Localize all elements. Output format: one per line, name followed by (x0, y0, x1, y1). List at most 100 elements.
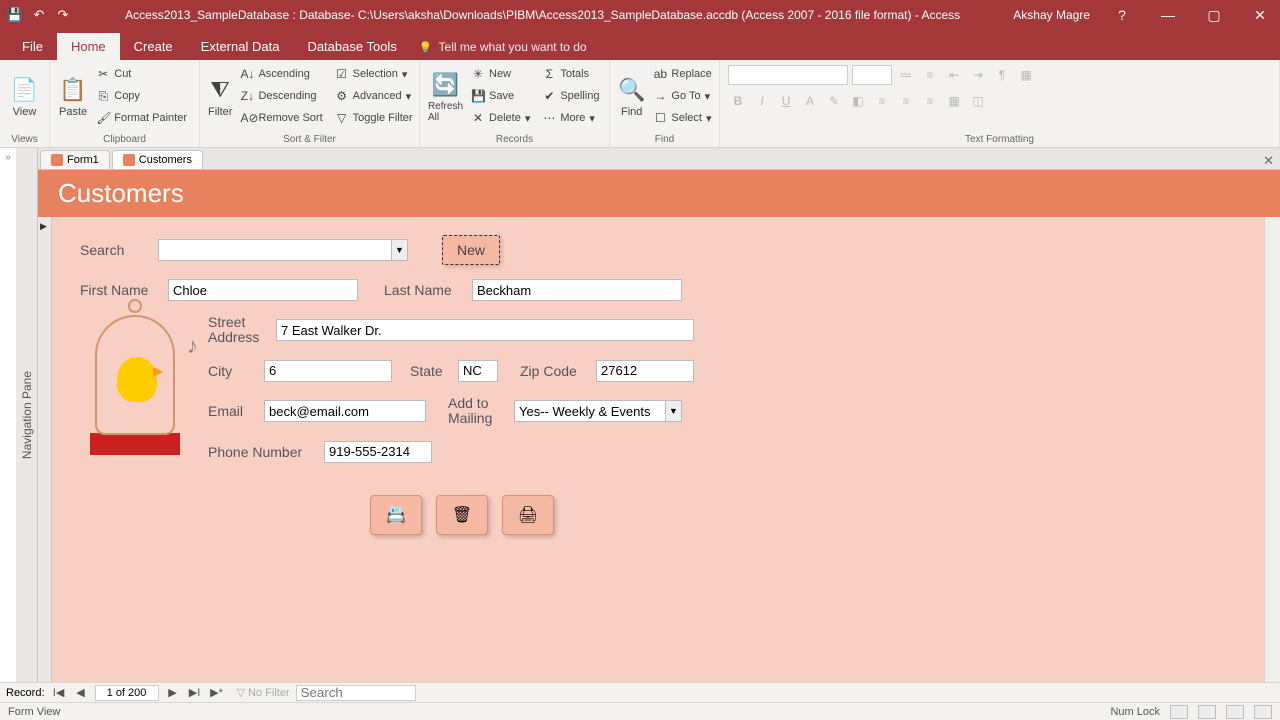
replace-button[interactable]: abReplace (649, 64, 715, 84)
indent-left-icon[interactable]: ⇤ (944, 65, 964, 85)
navigation-pane[interactable]: Navigation Pane (16, 148, 38, 682)
save-record-button[interactable]: 💾Save (467, 86, 534, 106)
city-field[interactable] (264, 360, 392, 382)
menu-create[interactable]: Create (120, 33, 187, 60)
copy-button[interactable]: ⎘Copy (92, 86, 191, 106)
new-record-nav-button[interactable]: ▶* (209, 686, 225, 699)
paint-icon[interactable]: ◧ (848, 91, 868, 111)
remove-sort-button[interactable]: A⊘Remove Sort (236, 108, 326, 128)
cut-button[interactable]: ✂Cut (92, 64, 191, 84)
design-view-button[interactable] (1254, 705, 1272, 719)
format-painter-button[interactable]: 🖌Format Painter (92, 108, 191, 128)
action-button-3[interactable]: 🖨 (502, 495, 554, 535)
fill-color-icon[interactable]: ▦ (1016, 65, 1036, 85)
ribbon: 📄View Views 📋Paste ✂Cut ⎘Copy 🖌Format Pa… (0, 60, 1280, 148)
phone-field[interactable] (324, 441, 432, 463)
street-field[interactable] (276, 319, 694, 341)
underline-icon[interactable]: U (776, 91, 796, 111)
italic-icon[interactable]: I (752, 91, 772, 111)
form-icon (51, 154, 63, 166)
close-tab-button[interactable]: ✕ (1263, 153, 1274, 169)
first-record-button[interactable]: I◀ (51, 686, 67, 699)
group-records: Records (428, 132, 601, 145)
action-button-2[interactable]: 🗑 (436, 495, 488, 535)
new-button[interactable]: New (442, 235, 500, 265)
sigma-icon: Σ (542, 67, 556, 81)
prev-record-button[interactable]: ◀ (73, 686, 89, 699)
customer-image: ♪ (80, 315, 190, 485)
text-direction-icon[interactable]: ¶ (992, 65, 1012, 85)
selection-button[interactable]: ☑Selection▾ (331, 64, 417, 84)
view-icon: 📄 (11, 74, 38, 106)
advanced-button[interactable]: ⚙Advanced▾ (331, 86, 417, 106)
action-button-1[interactable]: 📇 (370, 495, 422, 535)
indent-right-icon[interactable]: ⇥ (968, 65, 988, 85)
lastname-field[interactable] (472, 279, 682, 301)
menu-external-data[interactable]: External Data (187, 33, 294, 60)
menu-file[interactable]: File (8, 33, 57, 60)
view-button[interactable]: 📄View (8, 64, 41, 128)
record-position[interactable]: 1 of 200 (95, 685, 159, 701)
undo-icon[interactable]: ↶ (30, 6, 48, 24)
totals-button[interactable]: ΣTotals (538, 64, 603, 84)
group-text-formatting: Text Formatting (728, 132, 1271, 145)
state-field[interactable] (458, 360, 498, 382)
spelling-button[interactable]: ✔Spelling (538, 86, 603, 106)
search-combo[interactable]: ▼ (158, 239, 408, 261)
zip-field[interactable] (596, 360, 694, 382)
firstname-field[interactable] (168, 279, 358, 301)
select-button[interactable]: ☐Select▾ (649, 108, 715, 128)
more-button[interactable]: ⋯More▾ (538, 108, 603, 128)
status-view-mode: Form View (8, 706, 60, 718)
menu-database-tools[interactable]: Database Tools (293, 33, 410, 60)
minimize-icon[interactable]: — (1154, 7, 1182, 23)
close-icon[interactable]: ✕ (1246, 7, 1274, 24)
delete-record-button[interactable]: ✕Delete▾ (467, 108, 534, 128)
align-right-icon[interactable]: ≡ (920, 91, 940, 111)
email-field[interactable] (264, 400, 426, 422)
numbering-icon[interactable]: ≡ (920, 65, 940, 85)
nav-expand-button[interactable]: » (0, 148, 16, 682)
state-label: State (410, 363, 450, 379)
user-name[interactable]: Akshay Magre (1013, 8, 1090, 22)
record-selector[interactable] (38, 217, 52, 682)
layout-view-button[interactable] (1226, 705, 1244, 719)
datasheet-view-button[interactable] (1198, 705, 1216, 719)
refresh-all-button[interactable]: 🔄Refresh All (428, 64, 463, 128)
form-view-button[interactable] (1170, 705, 1188, 719)
ascending-button[interactable]: A↓Ascending (236, 64, 326, 84)
align-left-icon[interactable]: ≡ (872, 91, 892, 111)
filter-button[interactable]: ⧨Filter (208, 64, 232, 128)
mailing-combo[interactable]: Yes-- Weekly & Events▼ (514, 400, 682, 422)
gridlines-icon[interactable]: ▦ (944, 91, 964, 111)
new-record-button[interactable]: ✳New (467, 64, 534, 84)
desc-icon: Z↓ (240, 89, 254, 103)
vertical-scrollbar[interactable] (1264, 217, 1280, 682)
bullets-icon[interactable]: ≔ (896, 65, 916, 85)
descending-button[interactable]: Z↓Descending (236, 86, 326, 106)
paste-button[interactable]: 📋Paste (58, 64, 88, 128)
goto-button[interactable]: →Go To▾ (649, 86, 715, 106)
tell-me-search[interactable]: Tell me what you want to do (419, 40, 587, 60)
find-button[interactable]: 🔍Find (618, 64, 645, 128)
align-center-icon[interactable]: ≡ (896, 91, 916, 111)
highlight-icon[interactable]: ✎ (824, 91, 844, 111)
tab-form1[interactable]: Form1 (40, 150, 110, 169)
last-record-button[interactable]: ▶I (187, 686, 203, 699)
next-record-button[interactable]: ▶ (165, 686, 181, 699)
toggle-filter-button[interactable]: ▽Toggle Filter (331, 108, 417, 128)
font-family-select[interactable] (728, 65, 848, 85)
status-bar: Form View Num Lock (0, 702, 1280, 720)
help-icon[interactable]: ? (1108, 7, 1136, 23)
menu-home[interactable]: Home (57, 33, 120, 60)
record-search-input[interactable] (296, 685, 416, 701)
alt-row-color-icon[interactable]: ◫ (968, 91, 988, 111)
save-icon[interactable]: 💾 (6, 6, 24, 24)
maximize-icon[interactable]: ▢ (1200, 7, 1228, 24)
font-size-select[interactable] (852, 65, 892, 85)
redo-icon[interactable]: ↷ (54, 6, 72, 24)
bold-icon[interactable]: B (728, 91, 748, 111)
font-color-icon[interactable]: A (800, 91, 820, 111)
record-navigation: Record: I◀ ◀ 1 of 200 ▶ ▶I ▶* ▽ No Filte… (0, 682, 1280, 702)
tab-customers[interactable]: Customers (112, 150, 203, 169)
